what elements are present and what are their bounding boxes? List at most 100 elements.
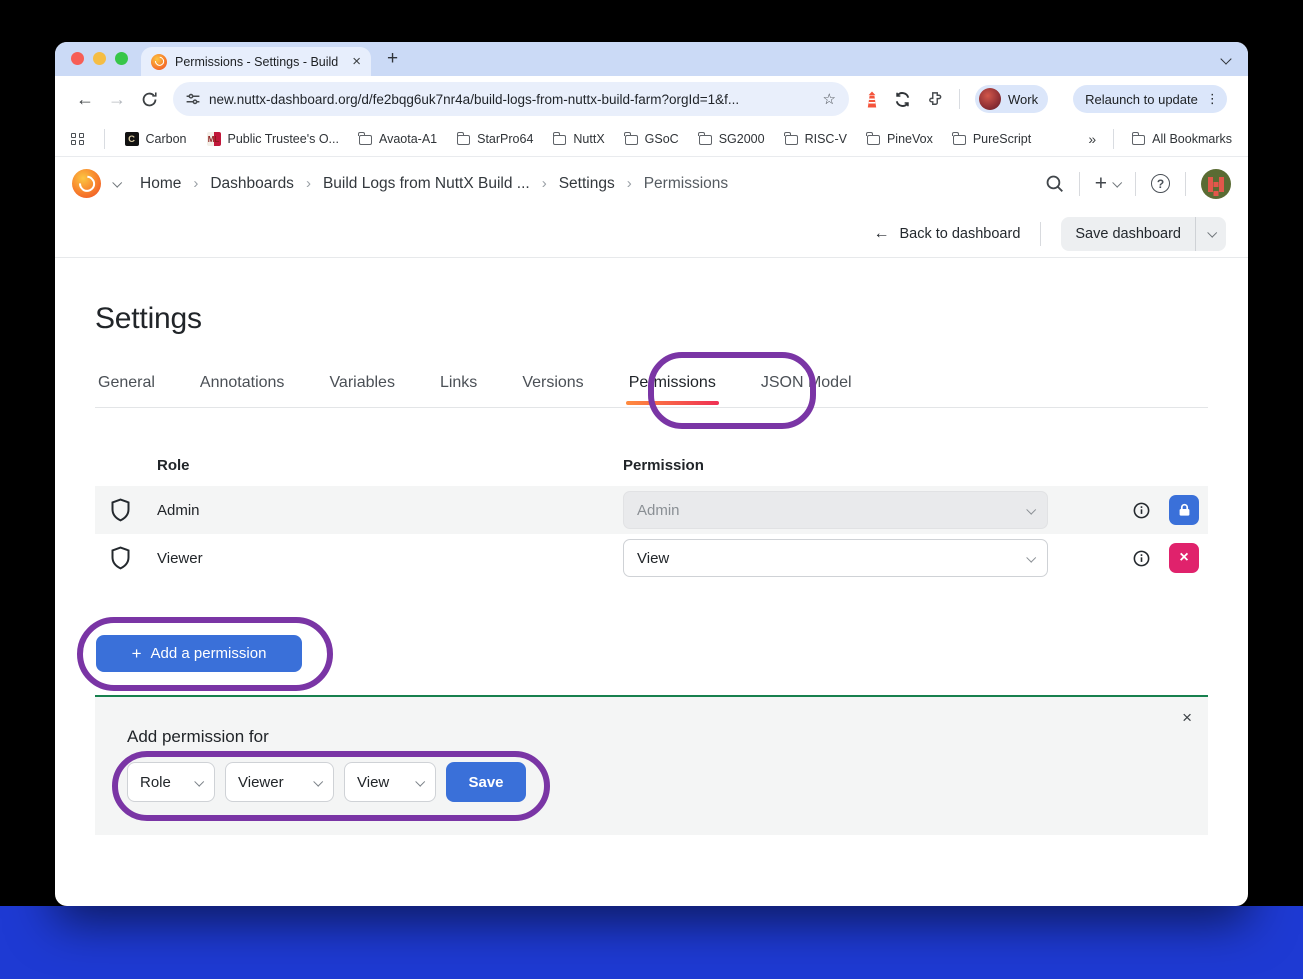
grafana-favicon-icon <box>151 54 167 70</box>
browser-tab[interactable]: Permissions - Settings - Build × <box>141 47 371 76</box>
add-menu-button[interactable]: + <box>1095 173 1120 194</box>
lighthouse-extension-icon[interactable] <box>865 91 879 108</box>
save-dashboard-label: Save dashboard <box>1061 226 1195 242</box>
back-to-dashboard-label: Back to dashboard <box>899 226 1020 242</box>
reload-button[interactable] <box>133 91 165 108</box>
table-row: Admin Admin <box>95 486 1208 534</box>
sync-extension-icon[interactable] <box>894 91 911 108</box>
back-button[interactable]: ← <box>69 89 101 110</box>
browser-menu-icon[interactable]: ⋮ <box>1206 91 1219 107</box>
help-icon[interactable]: ? <box>1151 174 1170 193</box>
target-type-value: Role <box>140 774 171 791</box>
settings-content: Settings General Annotations Variables L… <box>55 302 1248 835</box>
relaunch-to-update-button[interactable]: Relaunch to update ⋮ <box>1073 85 1227 113</box>
bookmark-folder[interactable]: NuttX <box>553 132 604 146</box>
bookmark-folder[interactable]: PineVox <box>867 132 933 146</box>
header-separator <box>1185 172 1186 196</box>
panel-controls: Role Viewer View Save <box>127 762 1176 802</box>
tab-general[interactable]: General <box>95 368 158 407</box>
plus-icon: + <box>132 644 142 664</box>
tab-search-chevron-icon[interactable] <box>1220 53 1231 64</box>
assignee-select[interactable]: Viewer <box>225 762 334 802</box>
tab-versions[interactable]: Versions <box>519 368 586 407</box>
arrow-left-icon: ← <box>873 225 889 243</box>
info-icon[interactable] <box>1133 550 1150 567</box>
add-permission-button[interactable]: + Add a permission <box>96 635 302 672</box>
extensions-puzzle-icon[interactable] <box>926 90 944 108</box>
tab-permissions[interactable]: Permissions <box>626 368 719 407</box>
page-title: Settings <box>95 302 1208 342</box>
plus-icon: + <box>1095 173 1107 194</box>
header-separator <box>1079 172 1080 196</box>
folder-icon <box>457 135 470 145</box>
tab-annotations[interactable]: Annotations <box>197 368 288 407</box>
bookmark-item[interactable]: CCarbon <box>125 132 187 146</box>
bookmark-folder[interactable]: SG2000 <box>699 132 765 146</box>
profile-avatar <box>979 88 1001 110</box>
forward-button: → <box>101 89 133 110</box>
tab-close-icon[interactable]: × <box>352 54 361 69</box>
folder-icon <box>867 135 880 145</box>
permission-level-select[interactable]: View <box>344 762 436 802</box>
target-type-select[interactable]: Role <box>127 762 215 802</box>
close-icon[interactable]: × <box>1182 709 1192 726</box>
folder-icon <box>785 135 798 145</box>
bookmark-item[interactable]: MLPublic Trustee's O... <box>207 132 339 146</box>
save-dashboard-button[interactable]: Save dashboard <box>1061 217 1226 251</box>
breadcrumb-home[interactable]: Home <box>140 175 181 193</box>
url-bar[interactable]: new.nuttx-dashboard.org/d/fe2bqg6uk7nr4a… <box>173 82 849 116</box>
profile-chip[interactable]: Work <box>975 85 1048 113</box>
tab-variables[interactable]: Variables <box>326 368 398 407</box>
tab-json-model[interactable]: JSON Model <box>758 368 855 407</box>
permission-column-header: Permission <box>623 457 704 474</box>
actions-separator <box>1040 222 1041 246</box>
breadcrumb-dashboard-name[interactable]: Build Logs from NuttX Build ... <box>323 175 530 193</box>
folder-icon <box>1132 135 1145 145</box>
zoom-window-button[interactable] <box>115 52 128 65</box>
permission-select[interactable]: View <box>623 539 1048 577</box>
remove-permission-button[interactable]: × <box>1169 543 1199 573</box>
grafana-logo-icon[interactable] <box>72 169 101 198</box>
folder-icon <box>953 135 966 145</box>
org-switcher-chevron-icon[interactable] <box>112 178 122 188</box>
bookmarks-separator <box>104 129 105 149</box>
bookmark-folder[interactable]: RISC-V <box>785 132 847 146</box>
bookmarks-separator <box>1113 129 1114 149</box>
role-name: Viewer <box>95 550 623 567</box>
back-to-dashboard-button[interactable]: ← Back to dashboard <box>873 225 1020 243</box>
grafana-header: Home › Dashboards › Build Logs from Nutt… <box>55 157 1248 210</box>
chevron-down-icon <box>415 776 425 786</box>
close-window-button[interactable] <box>71 52 84 65</box>
save-options-chevron-icon[interactable] <box>1196 230 1226 237</box>
site-settings-icon[interactable] <box>186 92 200 106</box>
permissions-table: Role Permission Admin Admin <box>95 445 1208 582</box>
bookmarks-bar: CCarbon MLPublic Trustee's O... Avaota-A… <box>55 122 1248 157</box>
table-header: Role Permission <box>95 445 1208 486</box>
new-tab-button[interactable]: + <box>387 48 398 70</box>
breadcrumb: Home › Dashboards › Build Logs from Nutt… <box>140 175 728 193</box>
extensions-area: Work Relaunch to update ⋮ <box>865 85 1227 113</box>
bookmarks-overflow-button[interactable]: » <box>1088 131 1095 147</box>
apps-grid-icon[interactable] <box>71 133 84 146</box>
add-permission-panel: × Add permission for Role Viewer View Sa… <box>95 695 1208 835</box>
search-icon[interactable] <box>1045 174 1064 193</box>
all-bookmarks-button[interactable]: All Bookmarks <box>1132 132 1232 146</box>
minimize-window-button[interactable] <box>93 52 106 65</box>
bookmark-star-icon[interactable]: ☆ <box>823 90 836 108</box>
header-separator <box>1135 172 1136 196</box>
bookmark-folder[interactable]: Avaota-A1 <box>359 132 437 146</box>
bookmark-folder[interactable]: StarPro64 <box>457 132 533 146</box>
user-avatar[interactable] <box>1201 169 1231 199</box>
info-icon[interactable] <box>1133 502 1150 519</box>
role-column-header: Role <box>157 457 623 474</box>
bookmark-folder[interactable]: PureScript <box>953 132 1031 146</box>
bookmark-folder[interactable]: GSoC <box>625 132 679 146</box>
tab-links[interactable]: Links <box>437 368 480 407</box>
breadcrumb-settings[interactable]: Settings <box>559 175 615 193</box>
table-row: Viewer View × <box>95 534 1208 582</box>
breadcrumb-permissions: Permissions <box>644 175 728 193</box>
breadcrumb-dashboards[interactable]: Dashboards <box>210 175 294 193</box>
save-button[interactable]: Save <box>446 762 526 802</box>
chevron-down-icon <box>1112 178 1122 188</box>
url-text: new.nuttx-dashboard.org/d/fe2bqg6uk7nr4a… <box>209 92 814 107</box>
